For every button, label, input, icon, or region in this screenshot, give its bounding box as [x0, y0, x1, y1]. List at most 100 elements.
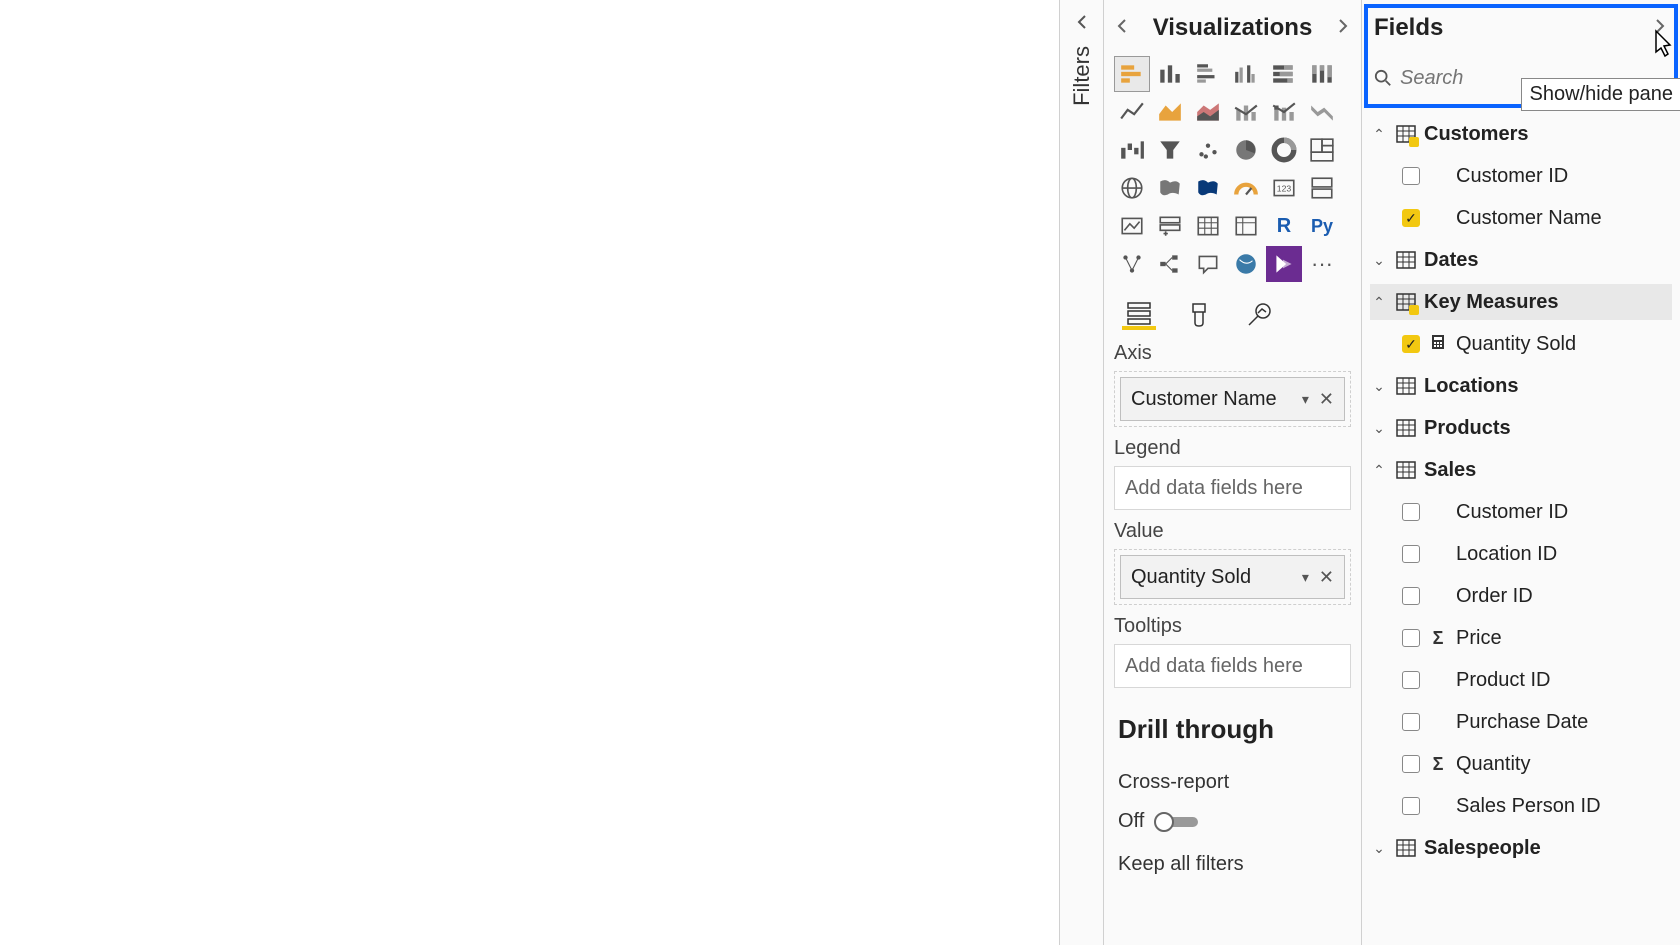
shape-map-icon[interactable]: [1190, 170, 1226, 206]
field-order-id[interactable]: Order ID: [1370, 578, 1672, 614]
clustered-column-chart-icon[interactable]: [1228, 56, 1264, 92]
slicer-icon[interactable]: [1152, 208, 1188, 244]
expand-viz-icon[interactable]: [1335, 18, 1351, 39]
table-key-measures[interactable]: ⌃ Key Measures: [1370, 284, 1672, 320]
value-well: Value Quantity Sold ▾ ✕: [1114, 520, 1351, 605]
collapse-icon[interactable]: ⌃: [1370, 462, 1388, 479]
field-sales-customer-id[interactable]: Customer ID: [1370, 494, 1672, 530]
table-icon: [1396, 250, 1416, 270]
stacked-bar-chart-icon[interactable]: [1114, 56, 1150, 92]
field-customer-name[interactable]: Customer Name: [1370, 200, 1672, 236]
checkbox[interactable]: [1402, 671, 1420, 689]
powerapps-visual-icon[interactable]: [1266, 246, 1302, 282]
multi-row-card-icon[interactable]: [1304, 170, 1340, 206]
value-field-pill[interactable]: Quantity Sold ▾ ✕: [1120, 555, 1345, 599]
table-sales[interactable]: ⌃ Sales: [1370, 452, 1672, 488]
viz-property-tabs: [1104, 282, 1361, 338]
expand-filters-icon[interactable]: [1074, 14, 1090, 30]
field-customer-id[interactable]: Customer ID: [1370, 158, 1672, 194]
expand-icon[interactable]: ⌄: [1370, 840, 1388, 857]
checkbox[interactable]: [1402, 797, 1420, 815]
checkbox[interactable]: [1402, 629, 1420, 647]
field-quantity[interactable]: Σ Quantity: [1370, 746, 1672, 782]
map-icon[interactable]: [1114, 170, 1150, 206]
checkbox[interactable]: [1402, 713, 1420, 731]
tooltips-well: Tooltips Add data fields here: [1114, 615, 1351, 688]
legend-drop-zone[interactable]: Add data fields here: [1114, 466, 1351, 510]
waterfall-chart-icon[interactable]: [1114, 132, 1150, 168]
sigma-icon: Σ: [1430, 628, 1446, 649]
remove-field-icon[interactable]: ✕: [1319, 389, 1334, 410]
treemap-icon[interactable]: [1304, 132, 1340, 168]
line-stacked-column-icon[interactable]: [1266, 94, 1302, 130]
report-canvas[interactable]: [0, 0, 1060, 945]
checkbox[interactable]: [1402, 545, 1420, 563]
line-clustered-column-icon[interactable]: [1228, 94, 1264, 130]
collapse-fields-icon[interactable]: [1652, 18, 1668, 39]
arcgis-map-icon[interactable]: [1228, 246, 1264, 282]
funnel-chart-icon[interactable]: [1152, 132, 1188, 168]
gauge-icon[interactable]: [1228, 170, 1264, 206]
checkbox[interactable]: [1402, 587, 1420, 605]
format-tab-icon[interactable]: [1182, 300, 1216, 330]
collapse-icon[interactable]: ⌃: [1370, 294, 1388, 311]
table-locations[interactable]: ⌄ Locations: [1370, 368, 1672, 404]
table-dates[interactable]: ⌄ Dates: [1370, 242, 1672, 278]
hundred-stacked-bar-icon[interactable]: [1266, 56, 1302, 92]
expand-icon[interactable]: ⌄: [1370, 378, 1388, 395]
collapse-icon[interactable]: ⌃: [1370, 126, 1388, 143]
card-icon[interactable]: 123: [1266, 170, 1302, 206]
table-salespeople[interactable]: ⌄ Salespeople: [1370, 830, 1672, 866]
python-visual-icon[interactable]: Py: [1304, 208, 1340, 244]
expand-icon[interactable]: ⌄: [1370, 420, 1388, 437]
stacked-column-chart-icon[interactable]: [1152, 56, 1188, 92]
decomposition-tree-icon[interactable]: [1152, 246, 1188, 282]
area-chart-icon[interactable]: [1152, 94, 1188, 130]
table-icon[interactable]: [1190, 208, 1226, 244]
clustered-bar-chart-icon[interactable]: [1190, 56, 1226, 92]
tooltips-drop-zone[interactable]: Add data fields here: [1114, 644, 1351, 688]
matrix-icon[interactable]: [1228, 208, 1264, 244]
filters-pane-collapsed[interactable]: Filters: [1060, 0, 1104, 945]
checkbox[interactable]: [1402, 209, 1420, 227]
table-icon: [1396, 460, 1416, 480]
checkbox[interactable]: [1402, 167, 1420, 185]
field-location-id[interactable]: Location ID: [1370, 536, 1672, 572]
table-customers[interactable]: ⌃ Customers: [1370, 116, 1672, 152]
donut-chart-icon[interactable]: [1266, 132, 1302, 168]
table-icon: [1396, 376, 1416, 396]
checkbox[interactable]: [1402, 503, 1420, 521]
remove-field-icon[interactable]: ✕: [1319, 567, 1334, 588]
stacked-area-chart-icon[interactable]: [1190, 94, 1226, 130]
checkbox[interactable]: [1402, 755, 1420, 773]
field-sales-person-id[interactable]: Sales Person ID: [1370, 788, 1672, 824]
r-visual-icon[interactable]: R: [1266, 208, 1302, 244]
expand-icon[interactable]: ⌄: [1370, 252, 1388, 269]
ribbon-chart-icon[interactable]: [1304, 94, 1340, 130]
field-purchase-date[interactable]: Purchase Date: [1370, 704, 1672, 740]
viz-gallery: 123 R Py ···: [1104, 56, 1361, 282]
collapse-viz-icon[interactable]: [1114, 18, 1130, 39]
axis-field-pill[interactable]: Customer Name ▾ ✕: [1120, 377, 1345, 421]
more-visuals-icon[interactable]: ···: [1304, 246, 1340, 282]
pie-chart-icon[interactable]: [1228, 132, 1264, 168]
qa-visual-icon[interactable]: [1190, 246, 1226, 282]
line-chart-icon[interactable]: [1114, 94, 1150, 130]
analytics-tab-icon[interactable]: [1242, 300, 1276, 330]
hundred-stacked-column-icon[interactable]: [1304, 56, 1340, 92]
filled-map-icon[interactable]: [1152, 170, 1188, 206]
visualizations-title: Visualizations: [1153, 14, 1313, 42]
checkbox[interactable]: [1402, 335, 1420, 353]
visualizations-pane: Visualizations: [1104, 0, 1362, 945]
cross-report-toggle[interactable]: Off: [1114, 810, 1351, 833]
table-products[interactable]: ⌄ Products: [1370, 410, 1672, 446]
field-price[interactable]: Σ Price: [1370, 620, 1672, 656]
field-quantity-sold[interactable]: Quantity Sold: [1370, 326, 1672, 362]
scatter-chart-icon[interactable]: [1190, 132, 1226, 168]
chevron-down-icon[interactable]: ▾: [1302, 569, 1309, 586]
chevron-down-icon[interactable]: ▾: [1302, 391, 1309, 408]
fields-tab-icon[interactable]: [1122, 300, 1156, 330]
field-product-id[interactable]: Product ID: [1370, 662, 1672, 698]
key-influencers-icon[interactable]: [1114, 246, 1150, 282]
kpi-icon[interactable]: [1114, 208, 1150, 244]
